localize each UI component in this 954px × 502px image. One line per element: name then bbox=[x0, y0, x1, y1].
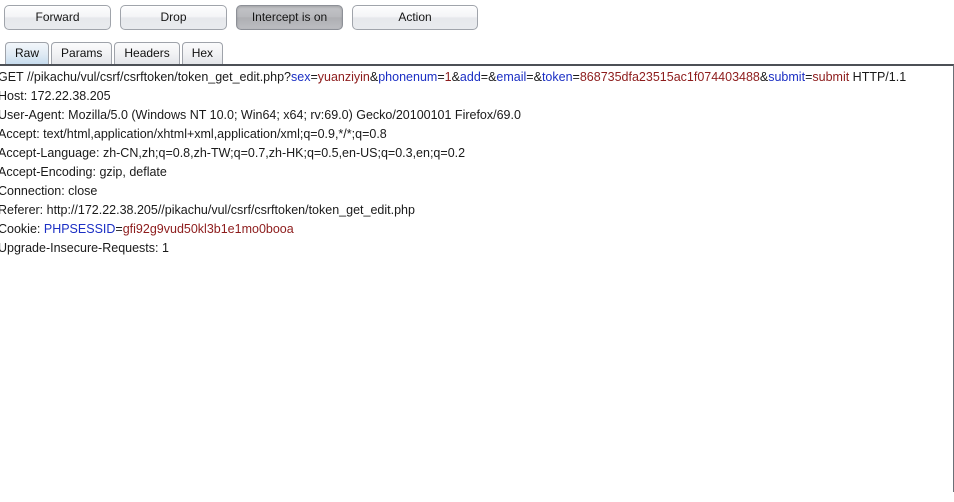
raw-segment-key: email bbox=[496, 70, 527, 84]
tab-hex[interactable]: Hex bbox=[181, 42, 224, 64]
message-view-tabs: Raw Params Headers Hex bbox=[0, 38, 954, 64]
raw-segment-plain: = bbox=[572, 70, 580, 84]
raw-segment-plain: Cookie: bbox=[0, 222, 44, 236]
raw-request-panel[interactable]: GET //pikachu/vul/csrf/csrftoken/token_g… bbox=[0, 64, 954, 492]
raw-segment-plain: & bbox=[451, 70, 460, 84]
raw-segment-plain: Accept-Encoding: gzip, deflate bbox=[0, 165, 167, 179]
raw-segment-plain: =& bbox=[480, 70, 497, 84]
raw-segment-plain: Connection: close bbox=[0, 184, 98, 198]
tab-params[interactable]: Params bbox=[51, 42, 113, 64]
raw-segment-plain: Upgrade-Insecure-Requests: 1 bbox=[0, 241, 169, 255]
request-line: GET //pikachu/vul/csrf/csrftoken/token_g… bbox=[0, 68, 953, 87]
drop-button[interactable]: Drop bbox=[120, 5, 227, 30]
header-upgrade-insecure-requests: Upgrade-Insecure-Requests: 1 bbox=[0, 239, 953, 258]
raw-segment-value: 868735dfa23515ac1f074403488 bbox=[579, 70, 760, 84]
raw-segment-plain: = bbox=[310, 70, 318, 84]
raw-segment-value: 1 bbox=[444, 70, 452, 84]
raw-segment-key: sex bbox=[291, 70, 311, 84]
header-host: Host: 172.22.38.205 bbox=[0, 87, 953, 106]
intercept-toggle-button[interactable]: Intercept is on bbox=[236, 5, 343, 30]
raw-segment-value: yuanziyin bbox=[317, 70, 370, 84]
raw-segment-value: submit bbox=[812, 70, 850, 84]
raw-segment-key: PHPSESSID bbox=[43, 222, 116, 236]
raw-segment-key: token bbox=[541, 70, 573, 84]
tab-headers[interactable]: Headers bbox=[114, 42, 180, 64]
raw-segment-plain: Accept-Language: zh-CN,zh;q=0.8,zh-TW;q=… bbox=[0, 146, 466, 160]
raw-segment-plain: = bbox=[437, 70, 445, 84]
raw-segment-plain: & bbox=[369, 70, 379, 84]
raw-segment-plain: HTTP/1.1 bbox=[849, 70, 907, 84]
proxy-toolbar: Forward Drop Intercept is on Action bbox=[0, 0, 954, 38]
raw-segment-key: phonenum bbox=[378, 70, 438, 84]
header-user-agent: User-Agent: Mozilla/5.0 (Windows NT 10.0… bbox=[0, 106, 953, 125]
raw-segment-plain: Accept: text/html,application/xhtml+xml,… bbox=[0, 127, 387, 141]
header-accept-language: Accept-Language: zh-CN,zh;q=0.8,zh-TW;q=… bbox=[0, 144, 953, 163]
raw-request-text[interactable]: GET //pikachu/vul/csrf/csrftoken/token_g… bbox=[0, 68, 953, 258]
header-accept: Accept: text/html,application/xhtml+xml,… bbox=[0, 125, 953, 144]
header-connection: Connection: close bbox=[0, 182, 953, 201]
action-button[interactable]: Action bbox=[352, 5, 478, 30]
raw-segment-value: gfi92g9vud50kl3b1e1mo0booa bbox=[122, 222, 294, 236]
tab-raw[interactable]: Raw bbox=[5, 42, 50, 64]
raw-segment-plain: User-Agent: Mozilla/5.0 (Windows NT 10.0… bbox=[0, 108, 521, 122]
raw-segment-key: add bbox=[459, 70, 481, 84]
raw-segment-plain: GET //pikachu/vul/csrf/csrftoken/token_g… bbox=[0, 70, 291, 84]
raw-segment-key: submit bbox=[768, 70, 806, 84]
raw-segment-plain: =& bbox=[526, 70, 542, 84]
raw-segment-plain: Referer: http://172.22.38.205//pikachu/v… bbox=[0, 203, 415, 217]
header-cookie: Cookie: PHPSESSID=gfi92g9vud50kl3b1e1mo0… bbox=[0, 220, 953, 239]
raw-segment-plain: & bbox=[759, 70, 769, 84]
forward-button[interactable]: Forward bbox=[4, 5, 111, 30]
header-accept-encoding: Accept-Encoding: gzip, deflate bbox=[0, 163, 953, 182]
header-referer: Referer: http://172.22.38.205//pikachu/v… bbox=[0, 201, 953, 220]
raw-segment-plain: = bbox=[115, 222, 123, 236]
raw-segment-plain: Host: 172.22.38.205 bbox=[0, 89, 111, 103]
